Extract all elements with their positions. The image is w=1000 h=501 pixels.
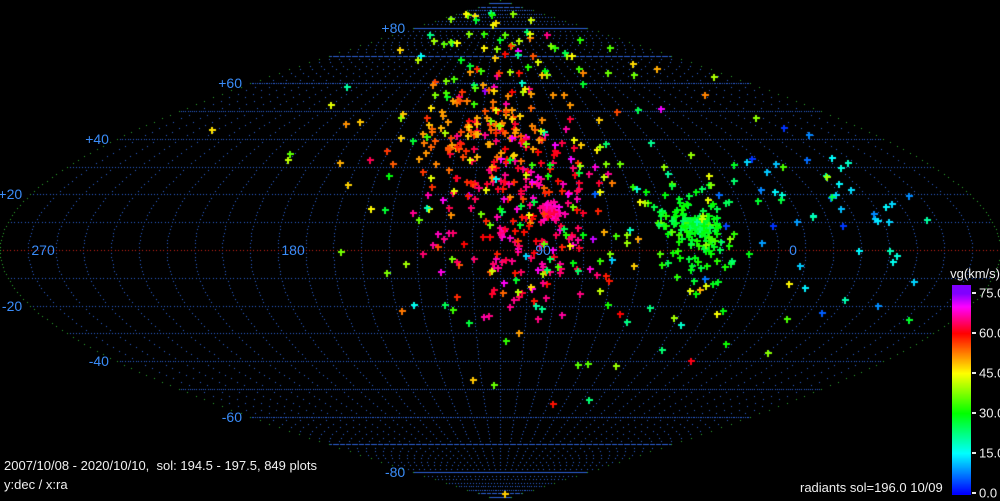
- colorbar-tick-mark: [972, 292, 976, 294]
- ra-tick-label: 0: [789, 243, 797, 257]
- footer-date-range: 2007/10/08 - 2020/10/10, sol: 194.5 - 19…: [4, 458, 317, 473]
- ra-tick-label: 270: [31, 243, 54, 257]
- radiant-map-window: 270 180 90 0 +80 +60 +40 +20 -20 -40 -60…: [0, 0, 1000, 500]
- footer-radiants-info: radiants sol=196.0 10/09: [800, 480, 943, 495]
- colorbar-tick-mark: [972, 332, 976, 334]
- dec-tick-label: -40: [89, 354, 109, 368]
- colorbar-tick-mark: [972, 412, 976, 414]
- ra-tick-label: 180: [281, 243, 304, 257]
- ra-tick-label: 90: [535, 243, 551, 257]
- dec-tick-label: -60: [222, 410, 242, 424]
- colorbar-title: vg(km/s): [948, 266, 1000, 281]
- colorbar-gradient: [952, 285, 971, 495]
- colorbar-tick-label: 0.0: [979, 487, 997, 500]
- dec-tick-label: +60: [218, 76, 242, 90]
- colorbar-tick-mark: [972, 452, 976, 454]
- colorbar-tick-mark: [972, 492, 976, 494]
- colorbar-tick-label: 45.0: [979, 366, 1000, 379]
- dec-tick-label: +80: [381, 21, 405, 35]
- dec-tick-label: +40: [85, 132, 109, 146]
- colorbar-tick-label: 30.0: [979, 406, 1000, 419]
- footer-axis-note: y:dec / x:ra: [4, 477, 68, 492]
- sky-map-canvas: [0, 0, 1000, 500]
- colorbar-tick-label: 75.0: [979, 286, 1000, 299]
- colorbar-tick-label: 15.0: [979, 446, 1000, 459]
- colorbar-tick-mark: [972, 372, 976, 374]
- dec-tick-label: -20: [2, 299, 22, 313]
- dec-tick-label: +20: [0, 187, 22, 201]
- colorbar-tick-label: 60.0: [979, 326, 1000, 339]
- dec-tick-label: -80: [385, 465, 405, 479]
